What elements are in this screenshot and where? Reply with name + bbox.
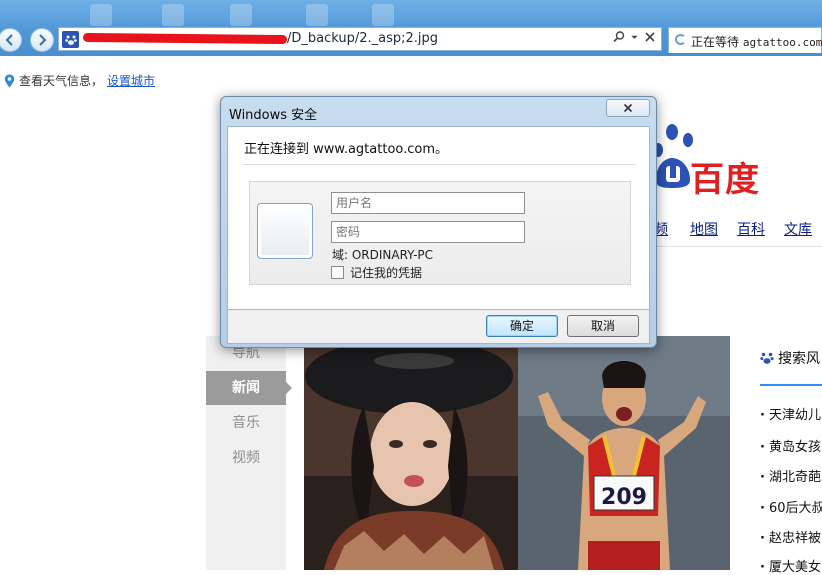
divider: [640, 246, 822, 247]
photo-illustration: 209: [518, 336, 730, 570]
cancel-button[interactable]: 取消: [567, 315, 639, 337]
remember-credentials[interactable]: 记住我的凭据: [331, 264, 422, 281]
category-news[interactable]: 新闻: [206, 371, 292, 405]
password-input[interactable]: [331, 221, 525, 243]
close-button[interactable]: [606, 99, 650, 117]
redacted-url-mark: [82, 32, 288, 45]
ok-button[interactable]: 确定: [486, 315, 558, 337]
pinned-app-icon[interactable]: [306, 4, 328, 26]
bib-number: 209: [601, 485, 647, 510]
forward-button[interactable]: [30, 28, 54, 52]
baidu-logo[interactable]: 百度: [650, 120, 790, 200]
baidu-nav-wenku[interactable]: 文库: [784, 219, 812, 239]
hot-search-list: 搜索风 天津幼儿 黄岛女孩 湖北奇葩 60后大叔 赵忠祥被 厦大美女: [760, 344, 822, 575]
loading-spinner-icon: [675, 34, 686, 45]
hot-list-underline: [760, 384, 822, 386]
remember-label: 记住我的凭据: [350, 266, 423, 280]
close-icon: [623, 103, 633, 113]
hot-list-title: 搜索风: [778, 351, 820, 367]
username-input[interactable]: [331, 192, 525, 214]
stop-icon[interactable]: [643, 30, 657, 44]
dialog-footer: 确定 取消: [227, 310, 650, 344]
baidu-logo-text: 百度: [690, 160, 760, 200]
domain-label: 域: ORDINARY-PC: [332, 248, 434, 262]
pinned-app-icon[interactable]: [230, 4, 252, 26]
search-icon[interactable]: [612, 30, 626, 44]
hot-list-item[interactable]: 赵忠祥被: [760, 527, 821, 546]
baidu-paw-icon: [760, 352, 774, 364]
back-button[interactable]: [0, 28, 22, 52]
browser-tab-active[interactable]: 正在等待 agtattoo.com: [668, 27, 822, 53]
category-music[interactable]: 音乐: [206, 406, 286, 440]
hot-list-item[interactable]: 湖北奇葩: [760, 466, 821, 485]
hot-list-item[interactable]: 厦大美女: [760, 556, 821, 575]
hot-list-item[interactable]: 黄岛女孩: [760, 436, 821, 455]
news-photo-woman-hat[interactable]: [304, 336, 518, 570]
back-arrow-icon: [5, 34, 13, 46]
forward-arrow-icon: [39, 34, 47, 46]
credential-panel: 域: ORDINARY-PC 记住我的凭据: [249, 181, 631, 285]
hot-list-item[interactable]: 60后大叔: [760, 497, 822, 516]
pinned-app-icon[interactable]: [372, 4, 394, 26]
hot-list-item[interactable]: 天津幼儿: [760, 404, 821, 423]
remember-checkbox[interactable]: [331, 266, 344, 279]
dialog-title: Windows 安全: [229, 108, 318, 123]
location-pin-icon: [4, 74, 15, 87]
pinned-app-icon[interactable]: [162, 4, 184, 26]
left-category-nav: 导航 新闻 音乐 视频: [206, 336, 292, 570]
windows-security-dialog: Windows 安全 正在连接到 www.agtattoo.com。 域: OR…: [220, 96, 657, 348]
browser-chrome: /D_backup/2._asp;2.jpg 正在等待 agtattoo.com: [0, 0, 822, 56]
tab-title-prefix: 正在等待: [691, 35, 740, 49]
taskbar-icons: [80, 0, 420, 26]
chevron-down-icon[interactable]: [630, 30, 639, 44]
divider: [242, 164, 636, 165]
weather-bar: 查看天气信息， 设置城市: [4, 72, 155, 89]
photo-illustration: [304, 336, 518, 570]
dialog-body: 正在连接到 www.agtattoo.com。 域: ORDINARY-PC 记…: [227, 126, 650, 310]
connecting-message: 正在连接到 www.agtattoo.com。: [244, 142, 449, 157]
address-bar[interactable]: /D_backup/2._asp;2.jpg: [58, 27, 662, 51]
baidu-paw-favicon-icon: [62, 31, 79, 48]
set-city-link[interactable]: 设置城市: [107, 72, 155, 89]
category-video[interactable]: 视频: [206, 441, 286, 475]
weather-info-text: 查看天气信息，: [19, 74, 104, 88]
tab-title-domain: agtattoo.com: [742, 36, 822, 49]
news-photo-athlete[interactable]: 209: [518, 336, 730, 570]
baidu-nav-baike[interactable]: 百科: [737, 219, 765, 239]
user-tile-icon: [257, 203, 313, 259]
pinned-app-icon[interactable]: [90, 4, 112, 26]
address-url-text: /D_backup/2._asp;2.jpg: [287, 31, 439, 46]
baidu-nav-map[interactable]: 地图: [690, 219, 718, 239]
